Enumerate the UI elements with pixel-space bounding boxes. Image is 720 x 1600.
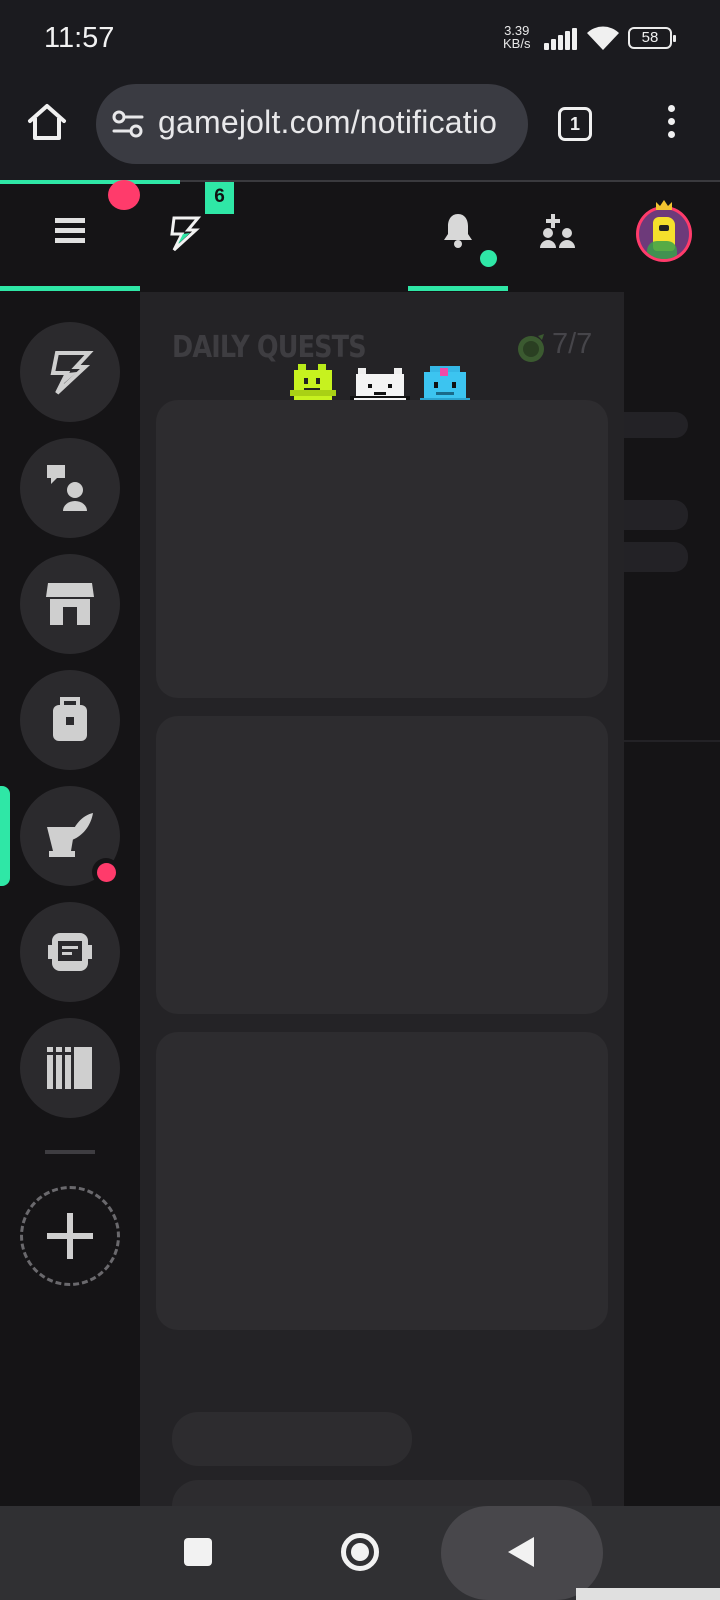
- sidebar-item-add[interactable]: [20, 1186, 120, 1286]
- quest-card[interactable]: [156, 400, 608, 698]
- sidebar-divider: [45, 1150, 95, 1154]
- gesture-strip: [576, 1588, 720, 1600]
- main-content: DAILY QUESTS 7/7: [140, 292, 624, 1540]
- plus-icon: [47, 1213, 93, 1259]
- browser-toolbar: gamejolt.com/notificatio 1: [0, 78, 720, 180]
- browser-menu-icon[interactable]: [664, 105, 678, 143]
- robot-icon: [48, 933, 92, 971]
- cellular-signal-icon: [544, 28, 578, 50]
- quest-card[interactable]: [156, 1032, 608, 1330]
- sidebar-item-activity[interactable]: [20, 322, 120, 422]
- loading-placeholder: [624, 500, 688, 530]
- network-speed: 3.39 KB/s: [503, 24, 530, 50]
- address-bar[interactable]: gamejolt.com/notificatio: [96, 84, 528, 164]
- home-icon[interactable]: [26, 101, 68, 143]
- library-icon: [47, 1047, 92, 1089]
- sidebar-item-shop[interactable]: [20, 554, 120, 654]
- sidebar-item-backpack[interactable]: [20, 670, 120, 770]
- quest-coin-icon: [518, 334, 544, 362]
- loading-placeholder: [624, 412, 688, 438]
- system-navigation-bar: [0, 1506, 720, 1600]
- activity-count-badge: 6: [205, 182, 234, 214]
- right-panel: [624, 292, 720, 1506]
- lightning-icon: [170, 216, 202, 252]
- backpack-icon: [53, 697, 87, 741]
- page-load-progress: [0, 180, 180, 184]
- daily-quests-title: DAILY QUESTS: [172, 330, 367, 365]
- notification-dot: [480, 250, 497, 267]
- sidebar: [0, 292, 140, 1506]
- status-bar: 11:57 3.39 KB/s 58: [0, 0, 720, 78]
- back-button[interactable]: [506, 1535, 536, 1569]
- store-icon: [46, 583, 94, 625]
- hamburger-menu-icon[interactable]: [55, 218, 85, 244]
- avatar[interactable]: [636, 200, 692, 262]
- loading-placeholder: [624, 542, 688, 572]
- battery-indicator: 58: [628, 27, 676, 49]
- creator-alert-dot: [97, 863, 116, 882]
- notifications-tab-underline: [408, 286, 508, 291]
- clock: 11:57: [44, 22, 115, 54]
- crown-icon: [656, 200, 672, 210]
- quest-card[interactable]: [156, 716, 608, 1014]
- mortar-feather-icon: [47, 813, 93, 857]
- panel-divider: [624, 740, 720, 742]
- home-button[interactable]: [341, 1533, 379, 1571]
- loading-placeholder: [172, 1412, 412, 1466]
- site-settings-icon[interactable]: [112, 110, 144, 138]
- sidebar-item-chat[interactable]: [20, 438, 120, 538]
- chat-person-icon: [47, 465, 87, 511]
- friends-icon[interactable]: [540, 214, 576, 248]
- tab-switcher-button[interactable]: 1: [558, 107, 592, 141]
- sidebar-item-creator[interactable]: [20, 786, 120, 886]
- daily-quests-progress: 7/7: [552, 328, 593, 360]
- sidebar-item-bot[interactable]: [20, 902, 120, 1002]
- network-speed-unit: KB/s: [503, 36, 531, 51]
- lightning-icon: [50, 351, 94, 395]
- activity-feed-button[interactable]: [164, 214, 204, 254]
- bell-icon[interactable]: [442, 212, 474, 248]
- menu-tab-underline: [0, 286, 140, 291]
- wifi-icon: [587, 26, 619, 50]
- sidebar-active-indicator: [0, 786, 10, 886]
- url-text[interactable]: gamejolt.com/notificatio: [158, 104, 516, 141]
- recent-apps-button[interactable]: [184, 1538, 212, 1566]
- menu-alert-dot: [108, 180, 140, 210]
- gamejolt-top-bar: 6: [0, 180, 720, 292]
- sidebar-item-library[interactable]: [20, 1018, 120, 1118]
